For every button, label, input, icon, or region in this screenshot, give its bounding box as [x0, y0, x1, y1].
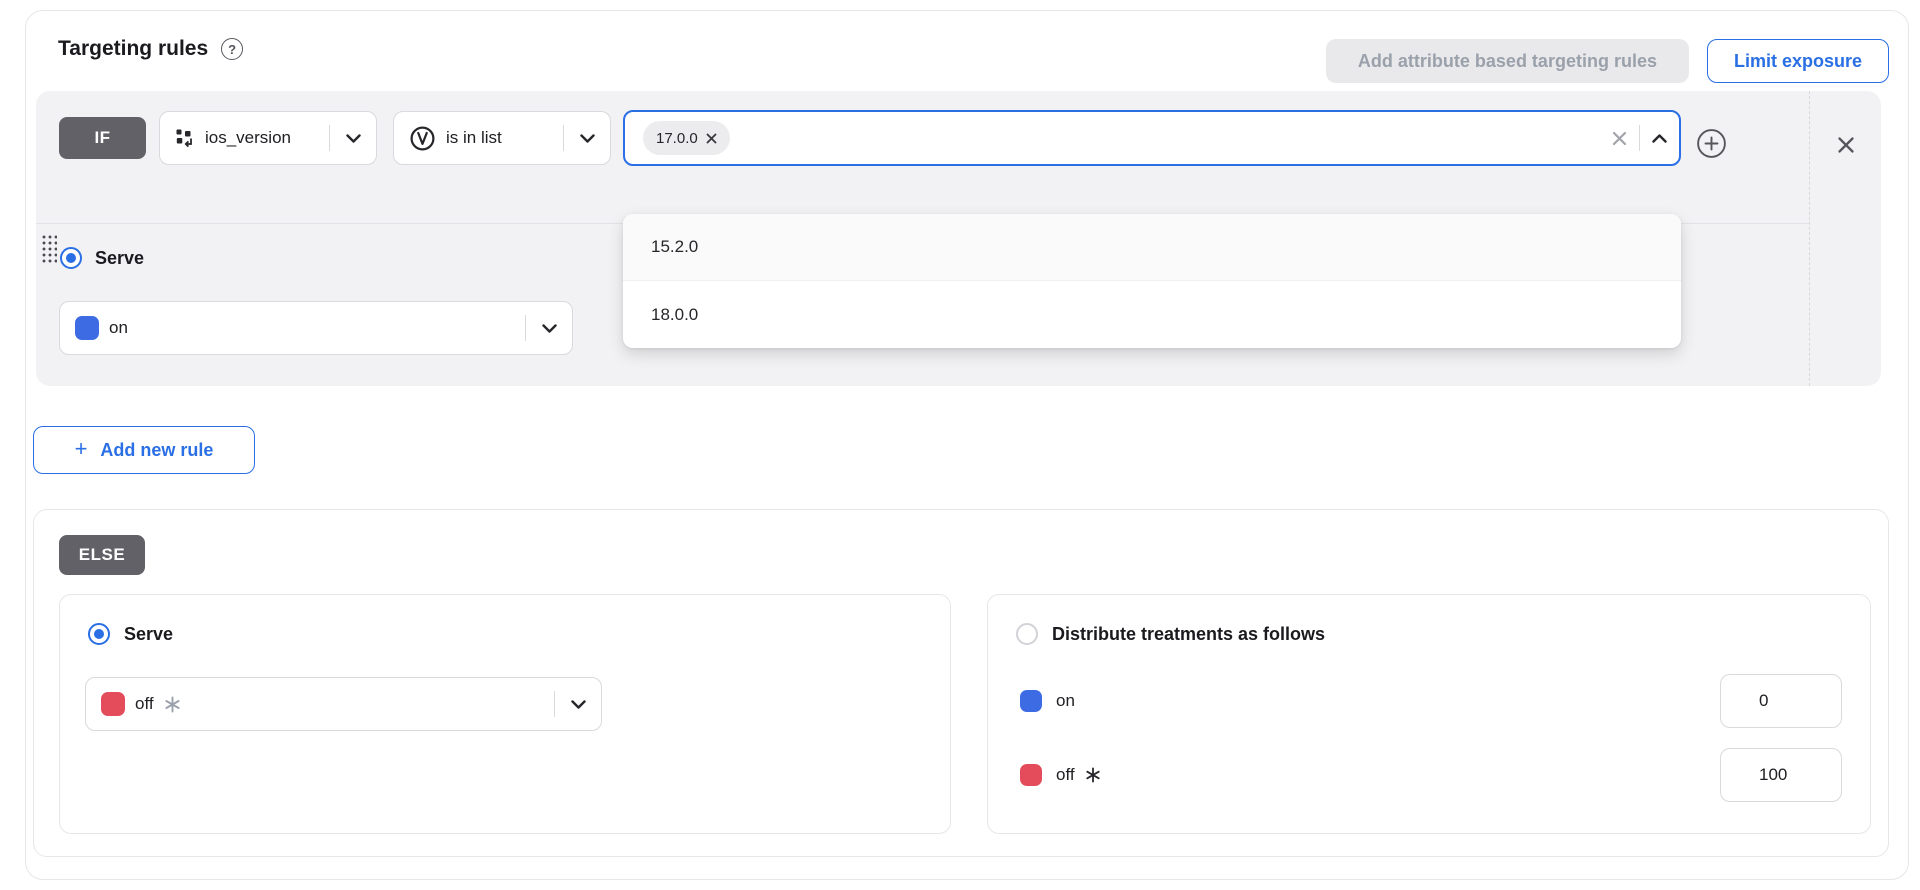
else-badge: ELSE — [59, 535, 145, 575]
serve-label: Serve — [95, 248, 144, 269]
chevron-up-icon — [1652, 134, 1667, 143]
distribution-row: off — [1020, 747, 1842, 803]
distribute-head: Distribute treatments as follows — [1016, 623, 1325, 645]
else-distribute-panel: Distribute treatments as follows on off — [987, 594, 1871, 834]
else-serve-label: Serve — [124, 624, 173, 645]
version-matcher-icon — [409, 125, 436, 152]
attribute-select[interactable]: ios_version — [159, 111, 377, 165]
plus-icon: + — [75, 438, 88, 460]
else-card: ELSE Serve off — [33, 509, 1889, 857]
treatment-swatch — [1020, 764, 1042, 786]
else-treatment-select[interactable]: off — [85, 677, 602, 731]
limit-exposure-button[interactable]: Limit exposure — [1707, 39, 1889, 83]
attribute-icon — [175, 128, 195, 148]
percentage-input-on[interactable] — [1720, 674, 1842, 728]
chevron-down-icon — [542, 324, 557, 333]
treatment-select-caret[interactable] — [526, 324, 572, 333]
treatment-name: on — [1056, 691, 1075, 711]
treatment-swatch — [1020, 690, 1042, 712]
else-serve-head: Serve — [88, 623, 173, 645]
matcher-value: is in list — [446, 128, 563, 148]
treatment-swatch — [75, 316, 99, 340]
select-divider — [1639, 125, 1640, 151]
if-badge: IF — [59, 117, 146, 159]
treatment-name: on — [109, 318, 525, 338]
treatment-name: off — [1056, 765, 1075, 785]
dropdown-option[interactable]: 18.0.0 — [623, 281, 1681, 348]
percentage-input-off[interactable] — [1720, 748, 1842, 802]
add-new-rule-label: Add new rule — [100, 440, 213, 461]
chevron-down-icon — [571, 700, 586, 709]
treatment-name: off — [135, 694, 154, 714]
else-serve-radio[interactable] — [88, 623, 110, 645]
dropdown-option[interactable]: 15.2.0 — [623, 214, 1681, 281]
distribute-label: Distribute treatments as follows — [1052, 624, 1325, 645]
rule-actions-strip — [1809, 91, 1881, 386]
values-multiselect[interactable]: 17.0.0 — [623, 110, 1681, 166]
attribute-value: ios_version — [205, 128, 329, 148]
value-chip: 17.0.0 — [643, 121, 730, 155]
rule-serve-row: Serve — [60, 247, 144, 269]
collapse-options-button[interactable] — [1652, 134, 1667, 143]
header-actions: Add attribute based targeting rules Limi… — [1326, 39, 1889, 83]
clear-values-button[interactable] — [1612, 131, 1627, 146]
remove-rule-button[interactable] — [1836, 135, 1856, 155]
add-new-rule-button[interactable]: + Add new rule — [33, 426, 255, 474]
attribute-select-caret[interactable] — [330, 134, 376, 143]
default-treatment-icon — [1085, 767, 1101, 783]
add-attribute-rules-button[interactable]: Add attribute based targeting rules — [1326, 39, 1689, 83]
page: { "header": { "title": "Targeting rules"… — [0, 0, 1920, 890]
treatment-select[interactable]: on — [59, 301, 573, 355]
header: Targeting rules ? — [58, 37, 243, 61]
add-condition-button[interactable] — [1696, 128, 1727, 159]
chip-remove-icon[interactable] — [706, 133, 717, 144]
targeting-rules-panel: Targeting rules ? Add attribute based ta… — [25, 10, 1909, 880]
clear-icon — [1612, 131, 1627, 146]
else-treatment-select-caret[interactable] — [555, 700, 601, 709]
matcher-select[interactable]: is in list — [393, 111, 611, 165]
plus-circle-icon — [1696, 128, 1727, 159]
matcher-select-caret[interactable] — [564, 134, 610, 143]
chevron-down-icon — [346, 134, 361, 143]
default-treatment-icon — [164, 696, 181, 713]
distribute-radio[interactable] — [1016, 623, 1038, 645]
close-icon — [1836, 135, 1856, 155]
distribution-row: on — [1020, 673, 1842, 729]
chevron-down-icon — [580, 134, 595, 143]
value-chip-label: 17.0.0 — [656, 130, 698, 147]
drag-handle[interactable] — [41, 234, 57, 263]
page-title: Targeting rules — [58, 37, 208, 61]
targeting-rule-card: IF ios_version is in list — [36, 91, 1881, 386]
else-serve-panel: Serve off — [59, 594, 951, 834]
help-icon[interactable]: ? — [221, 38, 243, 60]
treatment-swatch — [101, 692, 125, 716]
values-dropdown-menu: 15.2.0 18.0.0 — [623, 214, 1681, 348]
serve-radio[interactable] — [60, 247, 82, 269]
